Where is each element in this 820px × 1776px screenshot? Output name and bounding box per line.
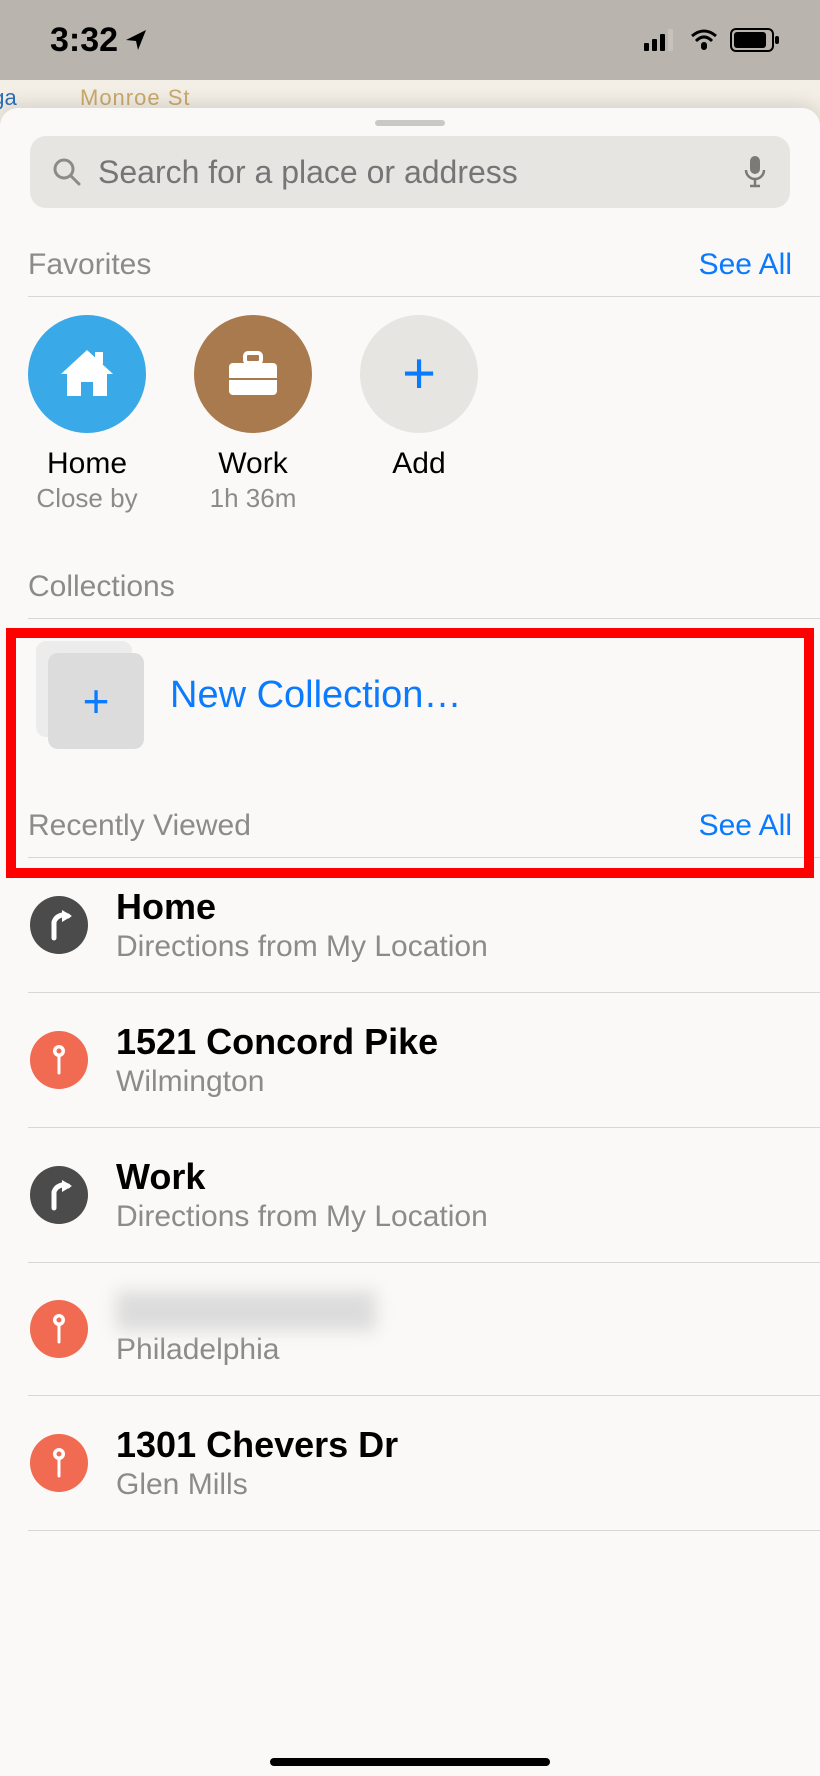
status-time-text: 3:32 bbox=[50, 21, 118, 60]
directions-icon bbox=[30, 896, 88, 954]
recent-title-redacted bbox=[116, 1291, 376, 1331]
search-icon bbox=[52, 157, 82, 187]
recent-title: 1521 Concord Pike bbox=[116, 1021, 438, 1063]
recent-sub: Philadelphia bbox=[116, 1333, 376, 1367]
recent-item[interactable]: 1521 Concord Pike Wilmington bbox=[0, 993, 820, 1127]
favorite-home[interactable]: Home Close by bbox=[28, 315, 146, 514]
favorite-sub: 1h 36m bbox=[210, 483, 297, 514]
home-icon bbox=[28, 315, 146, 433]
favorite-label: Add bbox=[392, 447, 445, 481]
recent-item[interactable]: 1301 Chevers Dr Glen Mills bbox=[0, 1396, 820, 1530]
favorites-header: Favorites bbox=[28, 248, 151, 282]
battery-icon bbox=[730, 28, 780, 52]
recent-sub: Glen Mills bbox=[116, 1468, 398, 1502]
pin-icon bbox=[30, 1031, 88, 1089]
bottom-sheet[interactable]: Favorites See All Home Close by Work 1h … bbox=[0, 108, 820, 1776]
favorites-row: Home Close by Work 1h 36m + Add bbox=[0, 297, 820, 522]
briefcase-icon bbox=[194, 315, 312, 433]
favorite-work[interactable]: Work 1h 36m bbox=[194, 315, 312, 514]
favorite-sub: Close by bbox=[36, 483, 137, 514]
collections-header: Collections bbox=[28, 570, 175, 604]
new-collection-label: New Collection… bbox=[170, 674, 461, 717]
sheet-grabber[interactable] bbox=[375, 120, 445, 126]
recent-title: Home bbox=[116, 886, 488, 928]
search-input[interactable] bbox=[96, 153, 728, 192]
recent-title: Work bbox=[116, 1156, 488, 1198]
recently-viewed-see-all[interactable]: See All bbox=[699, 809, 792, 843]
favorite-label: Work bbox=[218, 447, 287, 481]
location-active-icon bbox=[124, 28, 148, 52]
directions-icon bbox=[30, 1166, 88, 1224]
divider bbox=[28, 1530, 820, 1531]
recent-item[interactable]: Work Directions from My Location bbox=[0, 1128, 820, 1262]
plus-icon: + bbox=[360, 315, 478, 433]
wifi-icon bbox=[688, 28, 720, 52]
map-text-fragment: oga bbox=[0, 85, 17, 111]
recently-viewed-header: Recently Viewed bbox=[28, 809, 251, 843]
pin-icon bbox=[30, 1434, 88, 1492]
favorites-see-all[interactable]: See All bbox=[699, 248, 792, 282]
microphone-icon[interactable] bbox=[742, 154, 768, 190]
recent-sub: Wilmington bbox=[116, 1065, 438, 1099]
new-collection-button[interactable]: + New Collection… bbox=[0, 619, 820, 775]
search-field[interactable] bbox=[30, 136, 790, 208]
recent-sub: Directions from My Location bbox=[116, 930, 488, 964]
recent-item[interactable]: Philadelphia bbox=[0, 1263, 820, 1395]
favorite-label: Home bbox=[47, 447, 127, 481]
recent-title: 1301 Chevers Dr bbox=[116, 1424, 398, 1466]
recent-list: Home Directions from My Location 1521 Co… bbox=[0, 858, 820, 1531]
status-bar: 3:32 bbox=[0, 0, 820, 80]
status-time: 3:32 bbox=[50, 21, 148, 60]
home-indicator[interactable] bbox=[270, 1758, 550, 1766]
collection-stack-icon: + bbox=[36, 641, 144, 749]
pin-icon bbox=[30, 1300, 88, 1358]
recent-sub: Directions from My Location bbox=[116, 1200, 488, 1234]
favorite-add[interactable]: + Add bbox=[360, 315, 478, 514]
recent-item[interactable]: Home Directions from My Location bbox=[0, 858, 820, 992]
cellular-signal-icon bbox=[644, 29, 678, 51]
